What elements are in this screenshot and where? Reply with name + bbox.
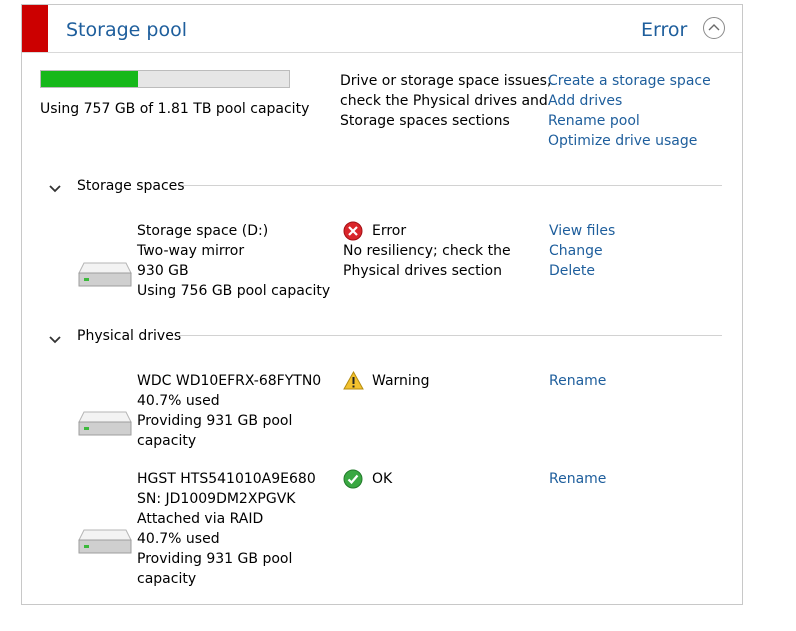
- section-divider: [177, 335, 722, 336]
- drive-1-model: WDC WD10EFRX-68FYTN0: [137, 373, 322, 389]
- storage-space-resiliency: Two-way mirror: [137, 243, 245, 259]
- hard-drive-icon: [78, 411, 132, 436]
- view-files-link[interactable]: View files: [549, 221, 615, 241]
- drive-1-status: Warning: [372, 373, 430, 389]
- drive-2-model: HGST HTS541010A9E680: [137, 471, 316, 487]
- drive-2-status: OK: [372, 471, 393, 487]
- create-storage-space-link[interactable]: Create a storage space: [548, 73, 711, 89]
- drive-2-providing-cont: capacity: [137, 571, 197, 587]
- hard-drive-icon: [78, 262, 132, 287]
- storage-space-status-detail-2: Physical drives section: [343, 263, 502, 279]
- pool-status: Error: [641, 19, 688, 41]
- storage-space-usage: Using 756 GB pool capacity: [137, 283, 331, 299]
- storage-space-name: Storage space (D:): [137, 223, 269, 239]
- panel-title: Storage pool: [66, 19, 187, 41]
- optimize-drive-usage-link[interactable]: Optimize drive usage: [548, 133, 697, 149]
- pool-message-line-1: Drive or storage space issues;: [340, 73, 552, 89]
- physical-drives-chevron-down-icon[interactable]: [49, 332, 61, 348]
- drive-2-rename-link[interactable]: Rename: [549, 469, 606, 489]
- pool-usage-bar-fill: [41, 71, 139, 87]
- ok-icon: [343, 469, 363, 489]
- drive-2-attachment: Attached via RAID: [137, 511, 264, 527]
- collapse-chevron-up-icon[interactable]: [703, 17, 725, 39]
- drive-1-providing: Providing 931 GB pool: [137, 413, 293, 429]
- section-divider: [182, 185, 722, 186]
- add-drives-link[interactable]: Add drives: [548, 93, 622, 109]
- warning-icon: [343, 371, 364, 390]
- drive-1-providing-cont: capacity: [137, 433, 197, 449]
- pool-message-line-3: Storage spaces sections: [340, 113, 510, 129]
- error-accent-bar: [22, 5, 48, 52]
- change-link[interactable]: Change: [549, 241, 603, 261]
- drive-2-used: 40.7% used: [137, 531, 220, 547]
- storage-space-status: Error: [372, 223, 407, 239]
- pool-usage-bar: [40, 70, 290, 88]
- drive-1-used: 40.7% used: [137, 393, 220, 409]
- rename-pool-link[interactable]: Rename pool: [548, 113, 640, 129]
- drive-2-providing: Providing 931 GB pool: [137, 551, 293, 567]
- physical-drives-heading[interactable]: Physical drives: [77, 328, 181, 344]
- drive-2-serial: SN: JD1009DM2XPGVK: [137, 491, 296, 507]
- hard-drive-icon: [78, 529, 132, 554]
- panel-header[interactable]: Storage pool Error: [22, 5, 742, 53]
- error-icon: [343, 221, 363, 241]
- storage-space-status-detail-1: No resiliency; check the: [343, 243, 511, 259]
- pool-message-line-2: check the Physical drives and: [340, 93, 548, 109]
- storage-space-size: 930 GB: [137, 263, 189, 279]
- storage-spaces-chevron-down-icon[interactable]: [49, 181, 61, 197]
- storage-pool-panel: Storage pool Error Using 757 GB of 1.81 …: [21, 4, 743, 605]
- storage-spaces-heading[interactable]: Storage spaces: [77, 178, 185, 194]
- delete-link[interactable]: Delete: [549, 261, 595, 281]
- pool-usage-text: Using 757 GB of 1.81 TB pool capacity: [40, 101, 310, 117]
- drive-1-rename-link[interactable]: Rename: [549, 371, 606, 391]
